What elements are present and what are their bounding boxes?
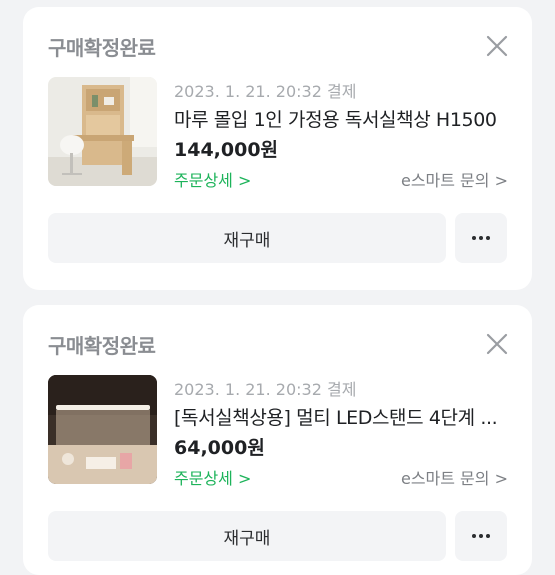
product-price: 64,000원 — [174, 437, 265, 459]
order-date: 2023. 1. 21. 20:32 결제 — [174, 380, 357, 399]
product-image-desk[interactable] — [48, 77, 157, 186]
more-icon — [472, 236, 476, 240]
rebuy-button[interactable]: 재구매 — [48, 511, 446, 561]
more-icon — [472, 534, 476, 538]
more-options-button[interactable] — [455, 511, 507, 561]
order-date: 2023. 1. 21. 20:32 결제 — [174, 82, 357, 101]
order-status: 구매확정완료 — [48, 334, 156, 358]
rebuy-label: 재구매 — [223, 230, 271, 251]
order-card: 구매확정완료 2023. 1. 21. 20:32 결제 [독서실책상용] 멀티… — [23, 305, 532, 575]
order-detail-link[interactable]: 주문상세 > — [174, 167, 251, 191]
order-card: 구매확정완료 2023. 1. 21. 20:32 결제 마루 몰입 1인 가정… — [23, 7, 532, 290]
seller-inquiry-link[interactable]: e스마트 문의 > — [401, 167, 508, 191]
more-options-button[interactable] — [455, 213, 507, 263]
seller-inquiry-link[interactable]: e스마트 문의 > — [401, 465, 508, 489]
product-image-led-stand[interactable] — [48, 375, 157, 484]
product-title[interactable]: [독서실책상용] 멀티 LED스탠드 4단계 ... — [174, 403, 509, 430]
rebuy-label: 재구매 — [223, 528, 271, 549]
product-price: 144,000원 — [174, 139, 279, 161]
close-icon[interactable] — [486, 35, 508, 57]
order-detail-link[interactable]: 주문상세 > — [174, 465, 251, 489]
order-status: 구매확정완료 — [48, 36, 156, 60]
rebuy-button[interactable]: 재구매 — [48, 213, 446, 263]
close-icon[interactable] — [486, 333, 508, 355]
product-title[interactable]: 마루 몰입 1인 가정용 독서실책상 H1500 — [174, 105, 509, 132]
